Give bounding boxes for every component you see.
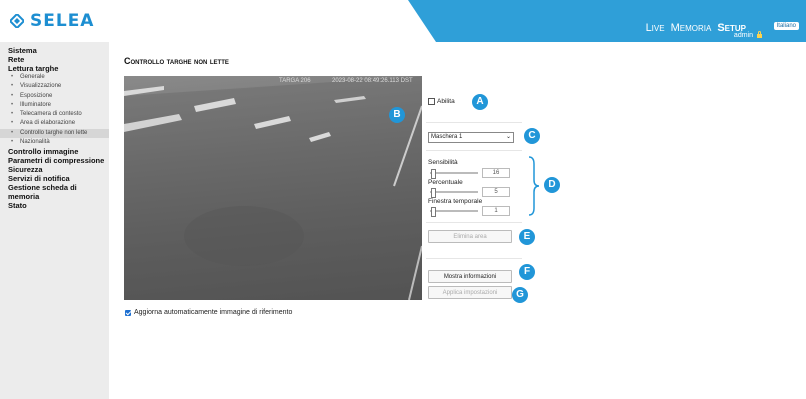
percentage-label: Percentuale <box>428 179 463 186</box>
sidebar-subitem-illuminatore[interactable]: Illuminatore <box>0 101 109 111</box>
auto-refresh-label: Aggiorna automaticamente immagine di rif… <box>134 309 293 316</box>
nav-memoria[interactable]: Memoria <box>671 22 712 34</box>
sensitivity-slider[interactable] <box>430 169 478 179</box>
percentage-slider[interactable] <box>430 188 478 198</box>
callout-a: A <box>472 94 488 110</box>
user-info: admin <box>733 30 762 39</box>
bracket-icon <box>528 156 540 216</box>
sidebar-subitem-esposizione[interactable]: Esposizione <box>0 92 109 102</box>
sidebar-item-controllo-immagine[interactable]: Controllo immagine <box>0 147 109 156</box>
camera-reference-image[interactable]: TARGA 206 2023-08-22 08:49:26.113 DST <box>124 76 422 300</box>
sidebar-item-servizi[interactable]: Servizi di notifica <box>0 174 109 183</box>
osd-plate-counter: TARGA 206 <box>279 78 311 84</box>
language-selector[interactable]: Italiano <box>773 22 799 30</box>
sidebar-subitem-nazionalita[interactable]: Nazionalità <box>0 138 109 148</box>
enable-option[interactable]: Abilita <box>428 98 455 105</box>
callout-g: G <box>512 287 528 303</box>
sidebar-item-rete[interactable]: Rete <box>0 55 109 64</box>
sidebar-subitem-visualizzazione[interactable]: Visualizzazione <box>0 82 109 92</box>
sidebar-item-parametri[interactable]: Parametri di compressione <box>0 156 109 165</box>
road-scene-image <box>124 76 422 300</box>
lock-icon[interactable] <box>757 30 762 38</box>
divider <box>426 122 522 123</box>
delete-area-button[interactable]: Elimina area <box>428 230 512 243</box>
divider <box>426 258 522 259</box>
callout-c: C <box>524 128 540 144</box>
brand-name: SELEA <box>30 11 95 31</box>
selea-logo[interactable]: SELEA <box>8 11 95 31</box>
osd-timestamp: 2023-08-22 08:49:26.113 DST <box>332 78 413 84</box>
sidebar-item-lettura-targhe[interactable]: Lettura targhe <box>0 64 109 73</box>
mask-select-value: Maschera 1 <box>431 134 463 140</box>
sidebar-item-gestione[interactable]: Gestione scheda di memoria <box>0 183 109 201</box>
slider-handle[interactable] <box>431 207 436 217</box>
divider <box>426 222 522 223</box>
sidebar: Sistema Rete Lettura targhe Generale Vis… <box>0 42 109 399</box>
nav-live[interactable]: Live <box>646 22 665 34</box>
slider-handle[interactable] <box>431 169 436 179</box>
auto-refresh-reference[interactable]: Aggiorna automaticamente immagine di rif… <box>125 309 292 316</box>
show-info-button[interactable]: Mostra informazioni <box>428 270 512 283</box>
divider <box>426 150 522 151</box>
apply-settings-button[interactable]: Applica impostazioni <box>428 286 512 299</box>
time-window-value[interactable]: 1 <box>482 206 510 216</box>
time-window-label: Finestra temporale <box>428 198 483 205</box>
sidebar-subitem-telecamera-contesto[interactable]: Telecamera di contesto <box>0 110 109 120</box>
chevron-down-icon: ⌄ <box>505 134 511 140</box>
slider-handle[interactable] <box>431 188 436 198</box>
sidebar-subitem-generale[interactable]: Generale <box>0 73 109 83</box>
logo-mark-icon <box>8 12 26 30</box>
enable-checkbox[interactable] <box>428 98 435 105</box>
auto-refresh-checkbox[interactable] <box>125 309 131 316</box>
sidebar-item-sicurezza[interactable]: Sicurezza <box>0 165 109 174</box>
username: admin <box>733 32 753 39</box>
callout-b: B <box>389 107 405 123</box>
callout-d: D <box>544 177 560 193</box>
sensitivity-value[interactable]: 16 <box>482 168 510 178</box>
sidebar-item-sistema[interactable]: Sistema <box>0 46 109 55</box>
top-nav: Live Memoria Setup <box>646 22 746 34</box>
sidebar-subitem-controllo-targhe[interactable]: Controllo targhe non lette <box>0 128 109 138</box>
sidebar-subitem-area-elaborazione[interactable]: Area di elaborazione <box>0 119 109 129</box>
sidebar-item-stato[interactable]: Stato <box>0 201 109 210</box>
callout-e: E <box>519 229 535 245</box>
mask-select[interactable]: Maschera 1 ⌄ <box>428 132 514 143</box>
callout-f: F <box>519 264 535 280</box>
enable-label: Abilita <box>437 98 455 105</box>
sensitivity-label: Sensibilità <box>428 159 458 166</box>
time-window-slider[interactable] <box>430 207 478 217</box>
page-title: Controllo targhe non lette <box>124 56 229 66</box>
percentage-value[interactable]: 5 <box>482 187 510 197</box>
